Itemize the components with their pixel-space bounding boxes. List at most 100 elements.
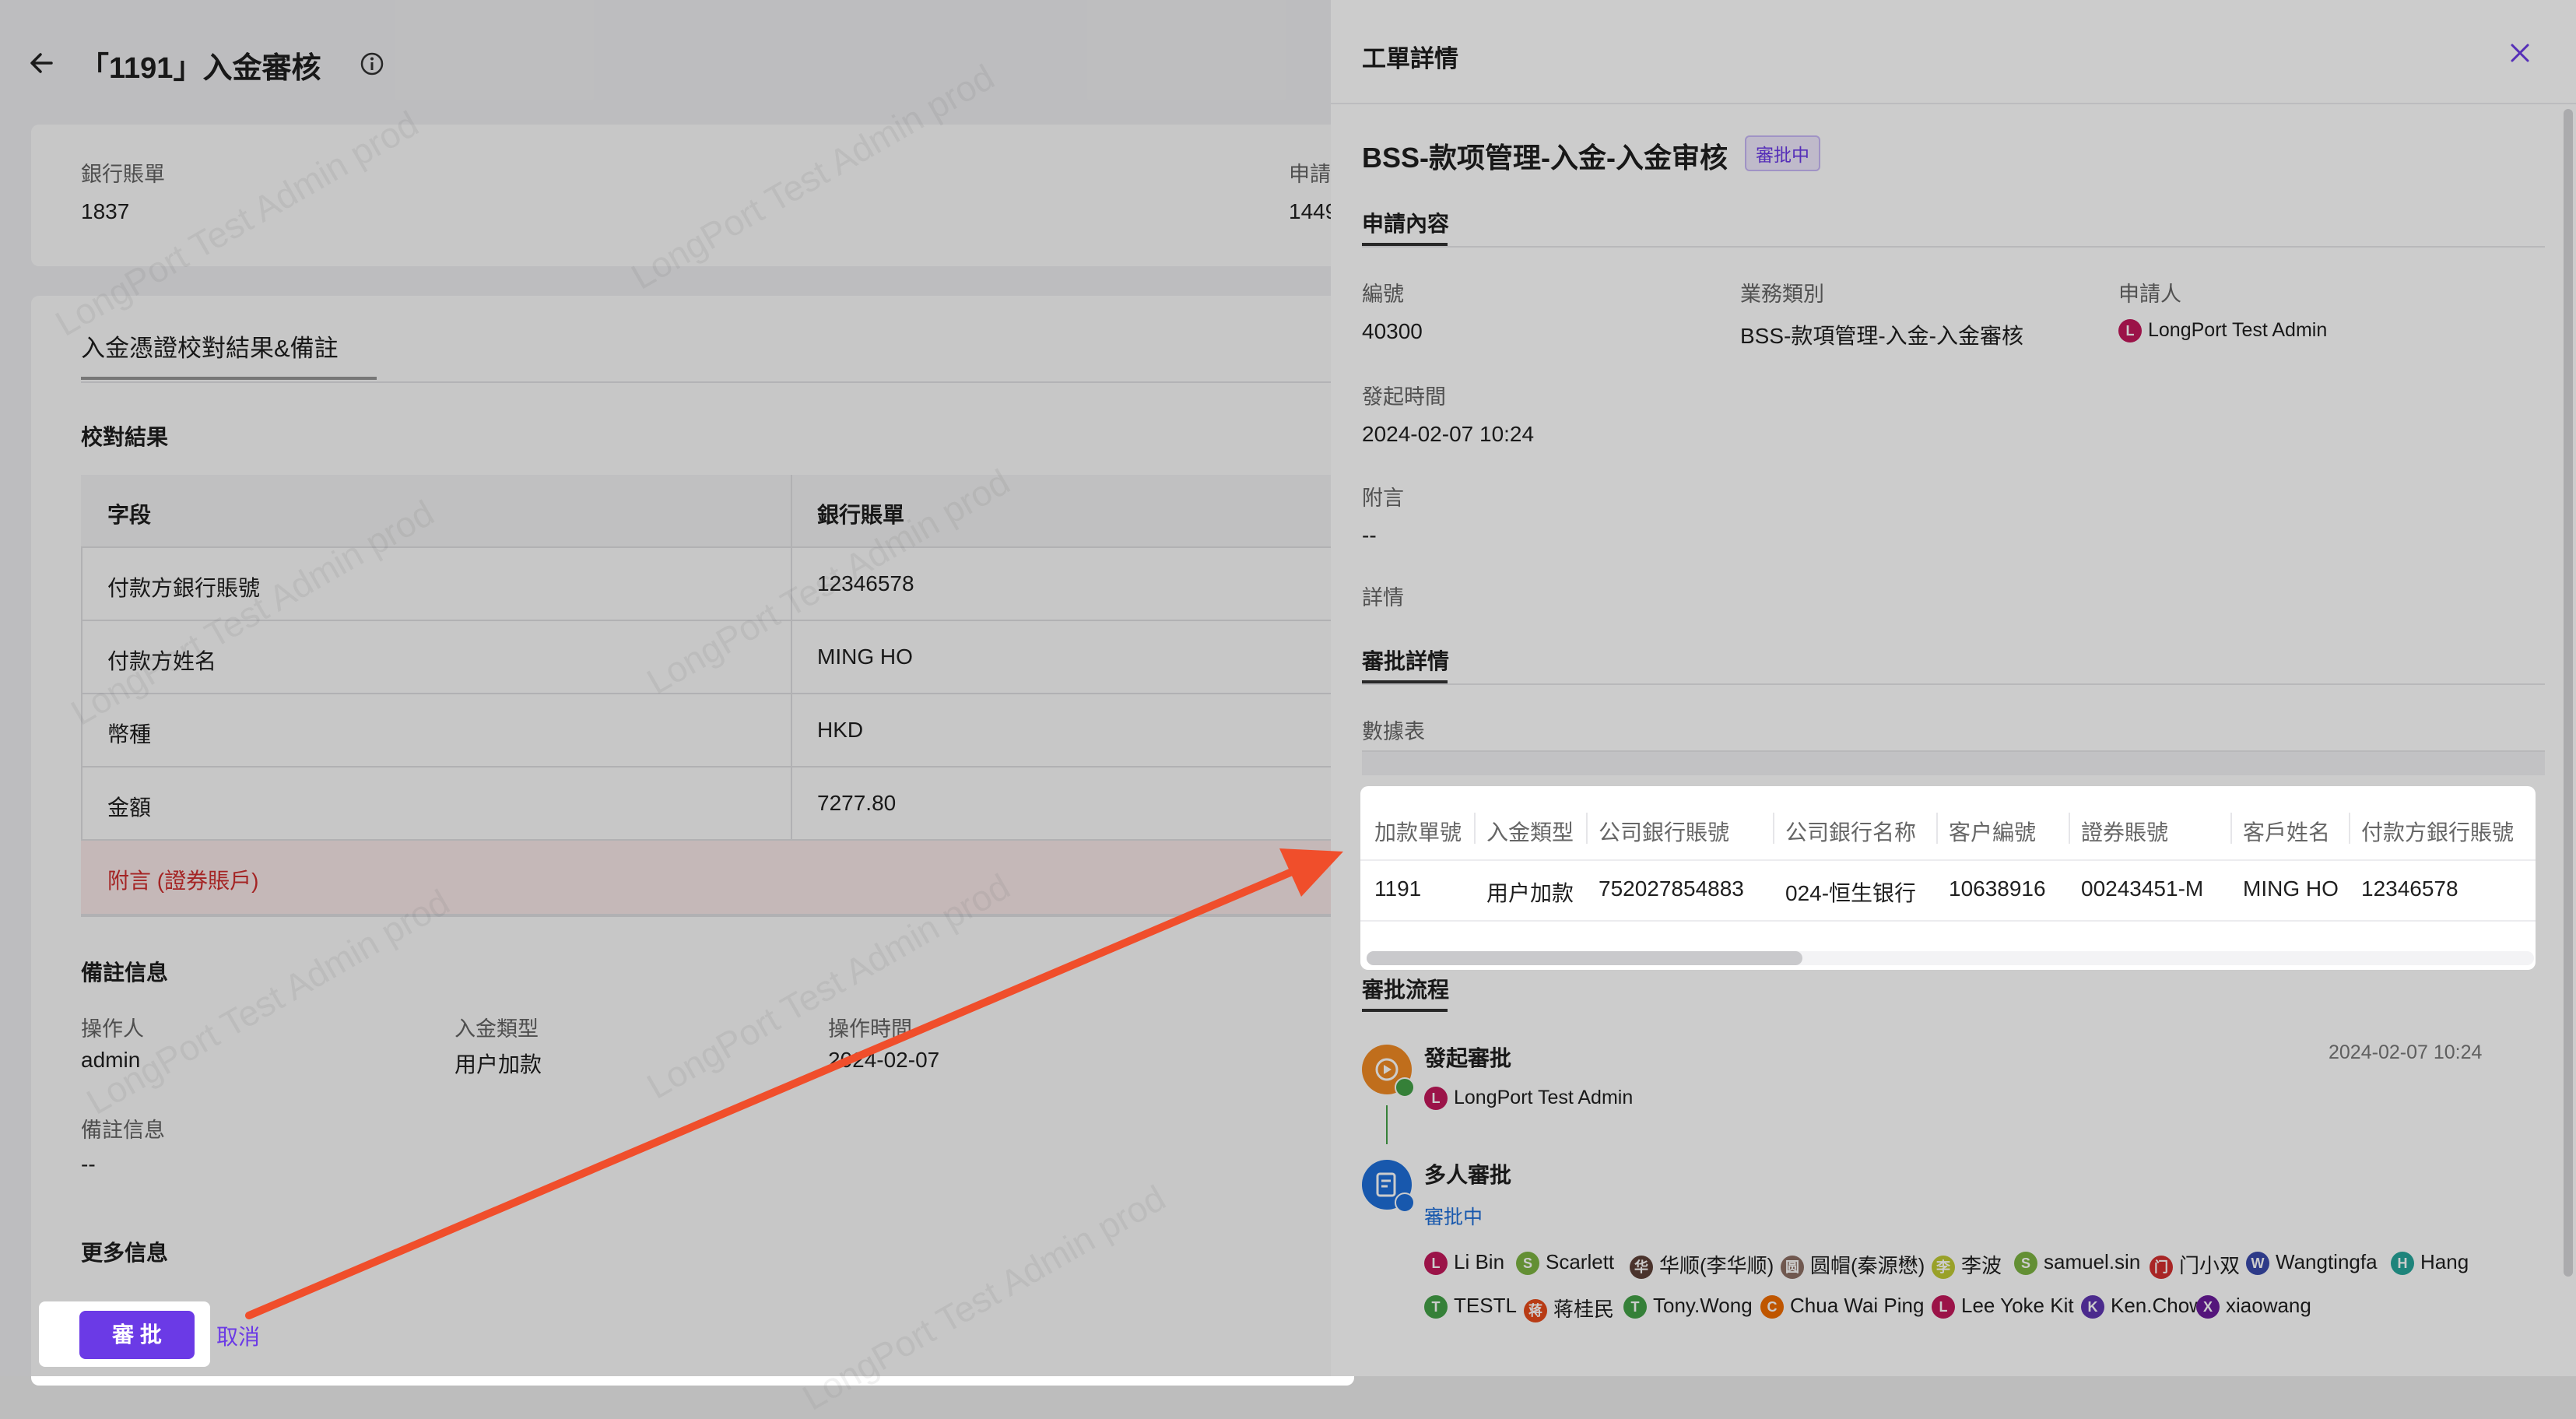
cancel-link[interactable]: 取消 [216,1320,260,1351]
avatar: S [2014,1252,2037,1276]
approver-name: Li Bin [1454,1250,1505,1273]
remark-value: -- [81,1152,96,1176]
biz-type-label: 業務類別 [1740,283,1824,306]
avatar: 门 [2150,1256,2173,1280]
value-cell: 7277.80 [817,791,897,815]
flow-step-status: 審批中 [1424,1207,1483,1228]
tab-voucher-check[interactable]: 入金憑證校對結果&備註 [81,328,339,364]
approver-chip: W Wangtingfa [2246,1250,2378,1276]
applicant-value: 1449 [1289,199,1338,223]
operator-label: 操作人 [81,1017,144,1041]
flow-step-title: 多人審批 [1424,1163,1512,1187]
avatar: 华 [1630,1256,1653,1280]
approver-name: Chua Wai Ping [1790,1294,1925,1317]
approver-chip: T TESTL [1424,1294,1517,1319]
avatar: H [2391,1252,2414,1276]
avatar: W [2246,1252,2269,1276]
close-icon[interactable] [2509,42,2531,64]
section-divider [1362,683,2545,685]
approver-chip: H Hang [2391,1250,2469,1276]
approver-name: 华顺(李华顺) [1659,1254,1774,1277]
avatar: T [1623,1295,1647,1319]
horizontal-scrollbar-thumb[interactable] [1367,951,1802,965]
table-cell: 10638916 [1949,876,2046,901]
heading-underline [1362,1009,1448,1012]
tab-divider [81,381,1357,383]
column-header: 證券賬號 [2081,820,2169,845]
approver-name: xiaowang [2226,1294,2311,1317]
field-cell: 付款方姓名 [107,649,217,673]
table-row: 付款方銀行賬號 12346578 [81,548,1342,621]
applicant-name: LongPort Test Admin [2148,319,2328,341]
column-header: 付款方銀行賬號 [2361,820,2515,845]
applicant-label: 申請人 [2118,283,2181,306]
apply-content-heading: 申請內容 [1362,212,1450,236]
avatar: K [2081,1295,2104,1319]
approver-chip: T Tony.Wong [1623,1294,1753,1319]
column-header: 客户編號 [1949,820,2037,845]
check-result-heading: 校對結果 [81,425,169,449]
avatar: L [1932,1295,1955,1319]
approver-name: TESTL [1454,1294,1517,1317]
table-row-mismatch: 附言 (證券賬戶) [81,841,1342,915]
table-cell: 00243451-M [2081,876,2204,901]
section-divider [1362,246,2545,248]
approver-chip: S Scarlett [1516,1250,1614,1276]
table-row: 金額 7277.80 [81,767,1342,841]
check-table-header: 字段 銀行賬單 [81,475,1342,548]
flow-heading: 審批流程 [1362,978,1450,1002]
table-cell: 用户加款 [1486,881,1574,905]
start-time-value: 2024-02-07 10:24 [1362,422,1535,446]
field-cell: 金額 [107,796,152,820]
avatar: 蒋 [1524,1299,1547,1323]
multi-approval-icon [1362,1160,1415,1213]
page-title: 「1191」入金審核 [79,52,321,85]
flow-step-title: 發起審批 [1424,1046,1512,1070]
approver-chip: 圆圆帽(秦源懋) [1781,1250,1925,1280]
approver-chip: 门门小双 [2150,1250,2240,1280]
column-header-clip: 付款方銀行賬號 [2361,816,2532,847]
arrow-left-icon[interactable] [26,48,56,78]
column-header: 客戶姓名 [2243,820,2331,845]
avatar: C [1760,1295,1784,1319]
column-header: 銀行賬單 [817,503,905,527]
approver-chip: 李李波 [1932,1250,2002,1280]
start-time-label: 發起時間 [1362,385,1446,409]
column-header: 加款單號 [1374,820,1462,845]
number-label: 編號 [1362,283,1404,306]
value-cell: HKD [817,718,864,742]
approver-chip: K Ken.Chow [2081,1294,2204,1319]
table-row: 幣種 HKD [81,694,1342,767]
detail-label: 詳情 [1362,586,1404,609]
table-cell: 752027854883 [1599,876,1744,901]
data-table-label: 數據表 [1362,720,1425,743]
ticket-title: BSS-款项管理-入金-入金审核 [1362,142,1728,174]
col-sep [1586,813,1588,844]
approver-chip: Xxiaowang [2196,1294,2311,1319]
table-cell: 024-恒生银行 [1785,881,1917,905]
avatar: T [1424,1295,1448,1319]
approver-name: Lee Yoke Kit [1961,1294,2074,1317]
bank-statement-label: 銀行賬單 [81,163,165,186]
approver-name: Ken.Chow [2111,1294,2204,1317]
info-circle-icon[interactable] [360,51,384,76]
col-sep [2230,813,2232,844]
header-divider [1360,859,2536,861]
avatar: X [2196,1295,2220,1319]
col-sep [1936,813,1938,844]
ticket-detail-drawer: 工單詳情 BSS-款项管理-入金-入金审核 審批中 申請內容 編號 40300 … [1331,0,2576,1376]
approver-chip: C Chua Wai Ping [1760,1294,1924,1319]
col-sep [2069,813,2070,844]
note-label: 附言 [1362,486,1404,510]
note-value: -- [1362,523,1377,547]
more-info-heading: 更多信息 [81,1241,169,1265]
drawer-scrollbar[interactable] [2564,109,2573,1277]
approve-button[interactable]: 審 批 [79,1311,195,1359]
approver-chip: 华华顺(李华顺) [1630,1250,1774,1280]
number-value: 40300 [1362,319,1423,343]
avatar: L [1424,1252,1448,1276]
col-sep [1474,813,1476,844]
remark-heading: 備註信息 [81,961,169,985]
applicant-value: L LongPort Test Admin [2118,319,2328,343]
table-cell: MING HO [2243,876,2339,901]
